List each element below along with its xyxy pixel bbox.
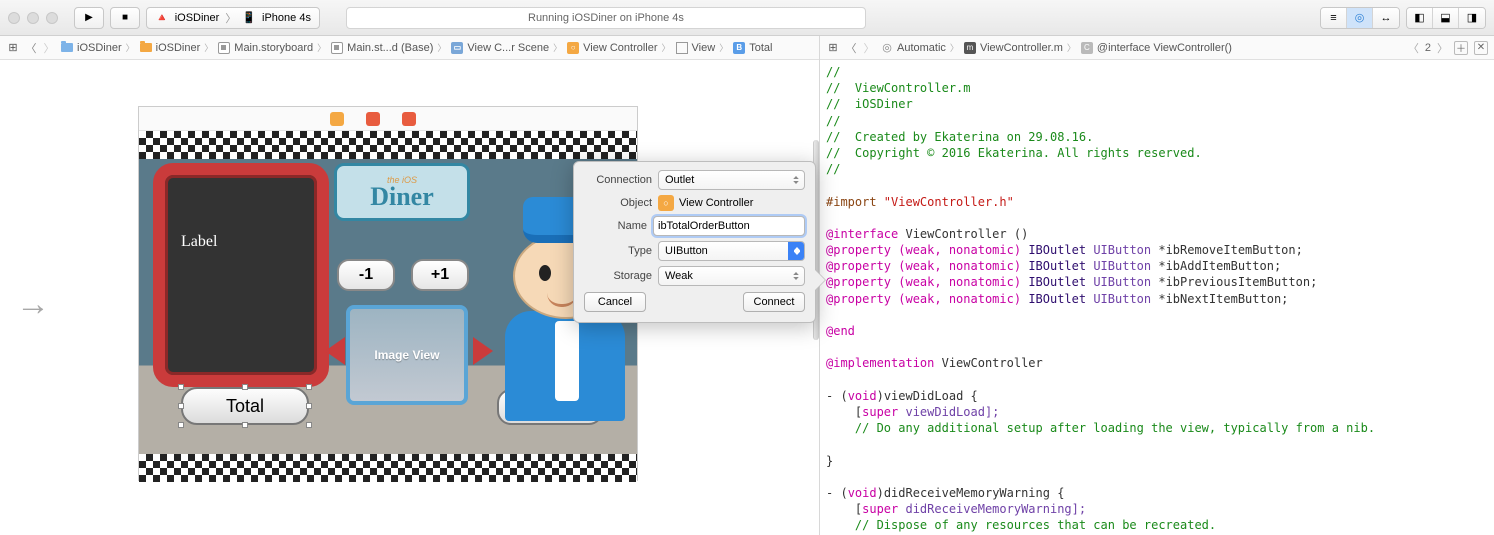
jb-storyboard-base[interactable]: Main.st...d (Base) [347, 42, 433, 54]
activity-status: Running iOSDiner on iPhone 4s [346, 7, 866, 29]
scheme-selector[interactable]: 🔺 iOSDiner 〉 📱 iPhone 4s [146, 7, 320, 29]
forward-icon[interactable]: 〉 [42, 41, 56, 55]
jb-section[interactable]: @interface ViewController() [1097, 42, 1232, 54]
outlet-connection-popover: Connection Outlet Object ○View Controlle… [573, 161, 816, 323]
resize-handle[interactable] [242, 422, 248, 428]
object-label: Object [584, 197, 652, 209]
simulated-screen: Label the iOS Diner -1 +1 Image View Tot… [138, 106, 638, 481]
jb-file[interactable]: ViewController.m [980, 42, 1063, 54]
connection-label: Connection [584, 174, 652, 186]
stop-button[interactable]: ■ [110, 7, 140, 29]
diner-sign: the iOS Diner [334, 163, 470, 221]
menu-label[interactable]: Label [153, 163, 329, 387]
button-icon: B [733, 42, 745, 54]
folder-icon [140, 43, 152, 52]
resize-handle[interactable] [178, 384, 184, 390]
jb-storyboard[interactable]: Main.storyboard [234, 42, 313, 54]
window-titlebar: ▶ ■ 🔺 iOSDiner 〉 📱 iPhone 4s Running iOS… [0, 0, 1494, 36]
connect-button[interactable]: Connect [743, 292, 805, 312]
vc-small-icon: ○ [658, 195, 674, 211]
version-editor-icon[interactable]: ↔ [1373, 8, 1399, 28]
resize-handle[interactable] [306, 422, 312, 428]
storyboard-base-icon [331, 42, 343, 54]
jb-scene[interactable]: View C...r Scene [467, 42, 549, 54]
code-jump-bar[interactable]: ⊞ 〈 〉 ◎Automatic〉 mViewController.m〉 C@i… [820, 36, 1494, 60]
back-icon[interactable]: 〈 [24, 41, 38, 55]
controller-icon: ○ [567, 42, 579, 54]
close-window-icon[interactable] [8, 12, 20, 24]
m-file-icon: m [963, 41, 977, 55]
related-items-icon[interactable]: ⊞ [826, 41, 840, 55]
scheme-device-label: iPhone 4s [262, 12, 311, 24]
object-value: ○View Controller [658, 195, 805, 211]
total-button[interactable]: Total [181, 387, 309, 425]
close-assistant-icon[interactable]: ✕ [1474, 41, 1488, 55]
chevron-right-icon: 〉 [225, 10, 236, 26]
plus-button[interactable]: +1 [411, 259, 469, 291]
right-panel-icon[interactable]: ◨ [1459, 8, 1485, 28]
counterpart-counter: 2 [1425, 42, 1431, 54]
panel-toggle-segmented[interactable]: ◧ ⬓ ◨ [1406, 7, 1486, 29]
name-input[interactable] [653, 216, 805, 236]
scene-header[interactable] [139, 107, 637, 131]
jb-button[interactable]: Total [749, 42, 772, 54]
resize-handle[interactable] [242, 384, 248, 390]
assistant-editor-icon[interactable]: ◎ [1347, 8, 1373, 28]
type-select[interactable]: UIButton [658, 241, 805, 261]
checker-top [139, 131, 637, 159]
traffic-lights [8, 12, 58, 24]
name-label: Name [584, 220, 647, 232]
add-assistant-icon[interactable]: ＋ [1454, 41, 1468, 55]
cancel-button[interactable]: Cancel [584, 292, 646, 312]
resize-handle[interactable] [178, 403, 184, 409]
type-label: Type [584, 245, 652, 257]
exit-icon[interactable] [402, 112, 416, 126]
first-responder-icon[interactable] [366, 112, 380, 126]
related-items-icon[interactable]: ⊞ [6, 41, 20, 55]
resize-handle[interactable] [306, 403, 312, 409]
run-button[interactable]: ▶ [74, 7, 104, 29]
resize-handle[interactable] [306, 384, 312, 390]
minus-button[interactable]: -1 [337, 259, 395, 291]
view-icon [676, 42, 688, 54]
checker-bottom [139, 454, 637, 482]
standard-editor-icon[interactable]: ≡ [1321, 8, 1347, 28]
back-icon[interactable]: 〈 [844, 41, 858, 55]
jb-project[interactable]: iOSDiner [77, 42, 122, 54]
left-panel-icon[interactable]: ◧ [1407, 8, 1433, 28]
section-icon: C [1080, 41, 1094, 55]
automatic-icon: ◎ [880, 41, 894, 55]
device-icon: 📱 [242, 11, 256, 24]
jb-view[interactable]: View [692, 42, 716, 54]
item-image-view[interactable]: Image View [346, 305, 468, 405]
app-icon: 🔺 [155, 11, 169, 24]
scene-icon: ▭ [451, 42, 463, 54]
counterpart-prev-icon[interactable]: 〈 [1408, 40, 1419, 56]
initial-vc-arrow-icon: → [16, 285, 50, 324]
project-icon [61, 43, 73, 52]
code-editor[interactable]: // // ViewController.m // iOSDiner // //… [820, 60, 1494, 535]
editor-mode-segmented[interactable]: ≡ ◎ ↔ [1320, 7, 1400, 29]
storyboard-icon [218, 42, 230, 54]
status-text: Running iOSDiner on iPhone 4s [528, 12, 684, 24]
storage-select[interactable]: Weak [658, 266, 805, 286]
minimize-window-icon[interactable] [27, 12, 39, 24]
jb-mode[interactable]: Automatic [897, 42, 946, 54]
storage-label: Storage [584, 270, 652, 282]
resize-handle[interactable] [178, 422, 184, 428]
jb-controller[interactable]: View Controller [583, 42, 657, 54]
forward-icon[interactable]: 〉 [862, 41, 876, 55]
zoom-window-icon[interactable] [46, 12, 58, 24]
scheme-app-label: iOSDiner [175, 12, 220, 24]
jb-folder[interactable]: iOSDiner [156, 42, 201, 54]
prev-arrow-icon[interactable] [325, 337, 345, 365]
ib-jump-bar[interactable]: ⊞ 〈 〉 iOSDiner〉 iOSDiner〉 Main.storyboar… [0, 36, 819, 60]
vc-icon[interactable] [330, 112, 344, 126]
bottom-panel-icon[interactable]: ⬓ [1433, 8, 1459, 28]
counterpart-next-icon[interactable]: 〉 [1437, 40, 1448, 56]
connection-select[interactable]: Outlet [658, 170, 805, 190]
